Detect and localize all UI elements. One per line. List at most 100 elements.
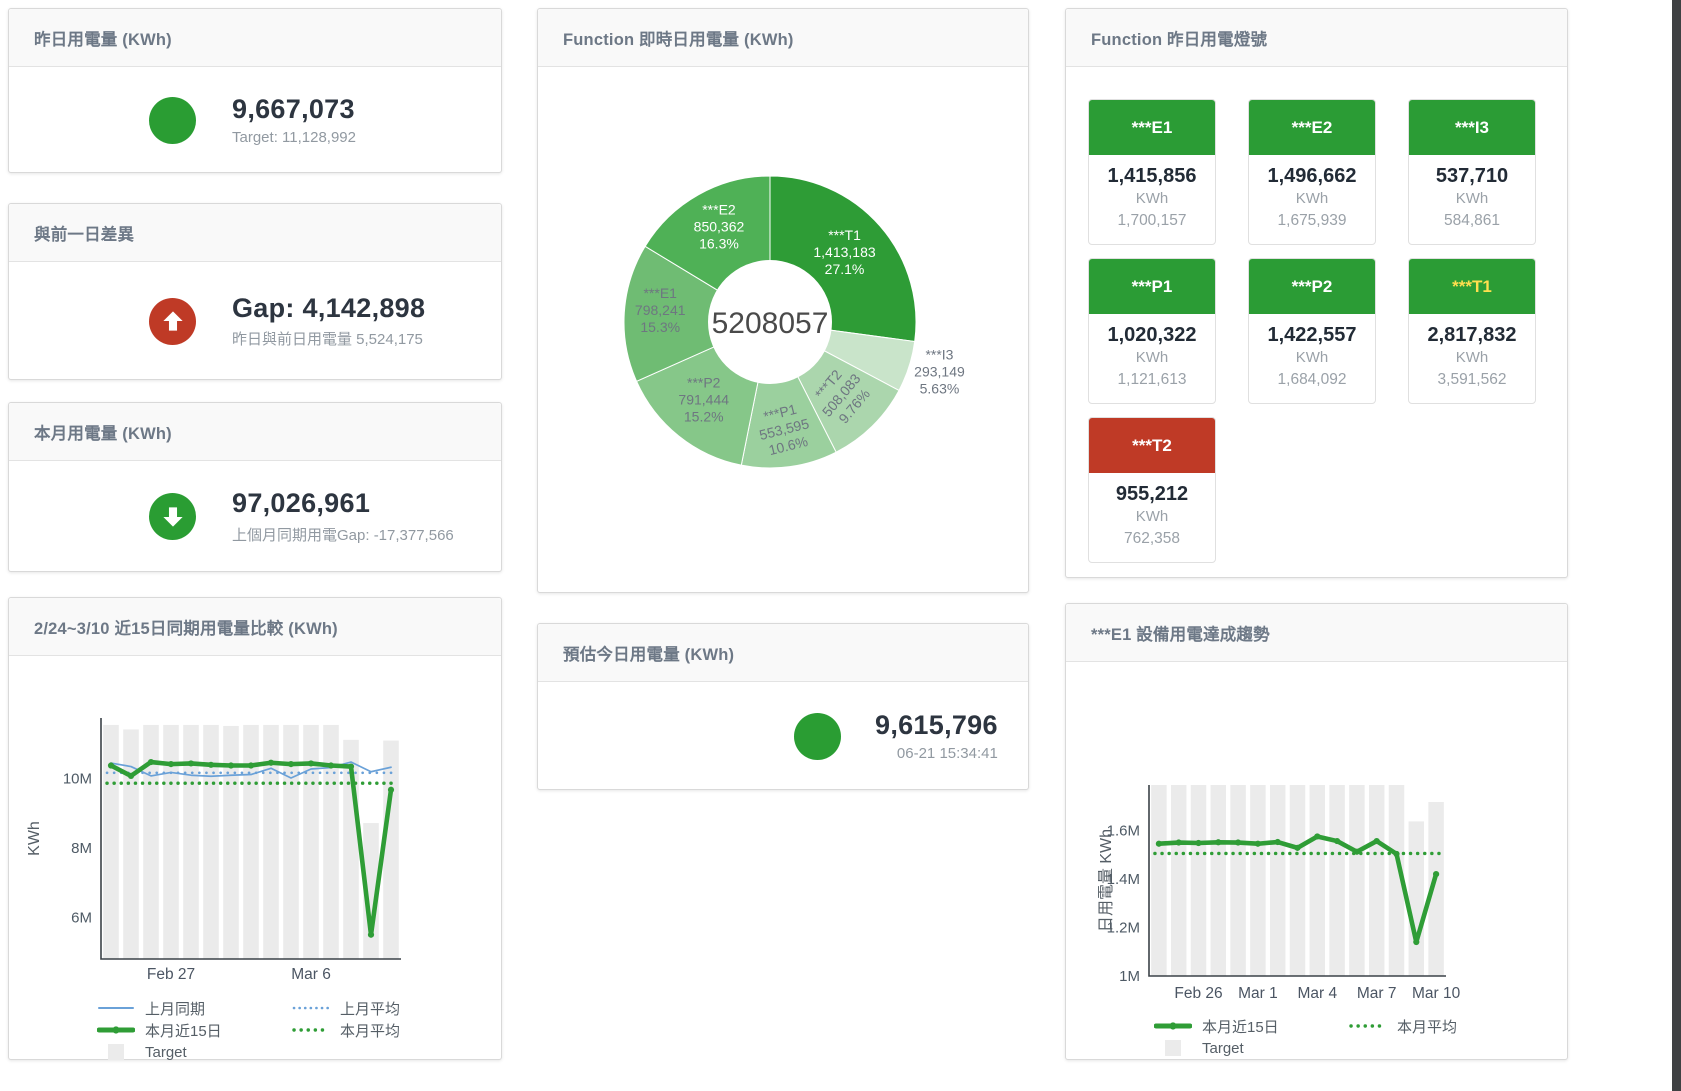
light-tile-body: 537,710 KWh 584,861 [1409, 155, 1535, 244]
panel-header: ***E1 設備用電達成趨勢 [1066, 604, 1567, 662]
stat-value: 9,667,073 [232, 94, 356, 125]
target-bar [283, 725, 299, 959]
trend-chart: 1M1.2M1.4M1.6MFeb 26Mar 1Mar 4Mar 7Mar 1… [1066, 662, 1567, 1007]
light-tile-label: ***I3 [1455, 118, 1489, 138]
svg-text:1M: 1M [1119, 968, 1140, 985]
light-tile-header: ***T2 [1089, 418, 1215, 473]
svg-text:日用電量 KWh: 日用電量 KWh [1098, 829, 1115, 932]
target-bar [1250, 785, 1265, 976]
light-tile-body: 955,212 KWh 762,358 [1089, 473, 1215, 562]
target-bar [163, 725, 179, 959]
light-tile-header: ***T1 [1409, 259, 1535, 314]
light-tile: ***P1 1,020,322 KWh 1,121,613 [1088, 258, 1216, 404]
arrow-up-icon [149, 298, 196, 345]
svg-text:6M: 6M [71, 909, 92, 926]
stat-text: Gap: 4,142,898 昨日與前日用電量 5,524,175 [232, 293, 425, 349]
svg-text:Mar 6: Mar 6 [291, 966, 331, 983]
light-tile-header: ***I3 [1409, 100, 1535, 155]
panel-header: Function 即時日用電量 (KWh) [538, 9, 1028, 67]
panel-title: ***E1 設備用電達成趨勢 [1091, 621, 1270, 645]
panel-yesterday-usage: 昨日用電量 (KWh) 9,667,073 Target: 11,128,992 [8, 8, 502, 173]
donut-center-total: 5208057 [712, 307, 829, 340]
comparison-chart: 6M8M10MFeb 27Mar 6KWh [9, 656, 501, 986]
donut-label-I3: ***I3293,1495.63% [914, 346, 965, 396]
panel-title: 預估今日用電量 (KWh) [563, 641, 734, 665]
stat-subtitle: 上個月同期用電Gap: -17,377,566 [232, 524, 454, 545]
stat-value: 97,026,961 [232, 488, 454, 519]
target-bar [183, 725, 199, 959]
target-bar [1409, 821, 1424, 976]
panel-title: Function 昨日用電燈號 [1091, 26, 1267, 50]
light-tile-unit: KWh [1091, 506, 1213, 528]
panel-header: 預估今日用電量 (KWh) [538, 624, 1028, 682]
light-tile-target: 1,121,613 [1091, 369, 1213, 391]
panel-header: 與前一日差異 [9, 204, 501, 262]
svg-text:Mar 7: Mar 7 [1357, 985, 1397, 1002]
target-bar [1290, 785, 1305, 976]
legend-item-上月平均[interactable]: 上月平均 [292, 998, 487, 1019]
panel-yesterday-lights: Function 昨日用電燈號 ***E1 1,415,856 KWh 1,70… [1065, 8, 1568, 578]
svg-text:10M: 10M [63, 771, 92, 788]
light-tile-label: ***P1 [1132, 277, 1173, 297]
target-bar [203, 725, 219, 959]
light-tile-label: ***E1 [1132, 118, 1173, 138]
light-tile: ***T1 2,817,832 KWh 3,591,562 [1408, 258, 1536, 404]
panel-title: 2/24~3/10 近15日同期用電量比較 (KWh) [34, 615, 338, 639]
light-tile-value: 1,020,322 [1091, 323, 1213, 347]
light-tile-unit: KWh [1411, 188, 1533, 210]
svg-text:Feb 26: Feb 26 [1174, 985, 1222, 1002]
status-circle-icon [794, 713, 841, 760]
stat-row: 9,667,073 Target: 11,128,992 [9, 67, 501, 173]
target-bar [1369, 785, 1384, 976]
light-tile-label: ***P2 [1292, 277, 1333, 297]
light-tile-body: 1,496,662 KWh 1,675,939 [1249, 155, 1375, 244]
light-tile-unit: KWh [1091, 188, 1213, 210]
comparison-chart-legend: 上月同期上月平均本月近15日本月平均Target [97, 997, 501, 1063]
svg-text:KWh: KWh [26, 821, 43, 856]
svg-text:Mar 4: Mar 4 [1297, 985, 1337, 1002]
stat-row: 9,615,796 06-21 15:34:41 [538, 682, 1028, 790]
svg-text:Mar 1: Mar 1 [1238, 985, 1278, 1002]
light-tile-target: 1,675,939 [1251, 210, 1373, 232]
panel-title: Function 即時日用電量 (KWh) [563, 26, 794, 50]
svg-text:Mar 10: Mar 10 [1412, 985, 1461, 1002]
legend-item-本月近15日[interactable]: 本月近15日 [97, 1020, 292, 1041]
light-tile-value: 2,817,832 [1411, 323, 1533, 347]
light-tile-body: 2,817,832 KWh 3,591,562 [1409, 314, 1535, 403]
target-bar [303, 725, 319, 959]
trend-chart-legend: 本月近15日本月平均Target [1154, 1015, 1567, 1059]
panel-title: 本月用電量 (KWh) [34, 420, 172, 444]
panel-title: 昨日用電量 (KWh) [34, 26, 172, 50]
light-tile: ***P2 1,422,557 KWh 1,684,092 [1248, 258, 1376, 404]
scrollbar[interactable] [1672, 0, 1681, 1091]
legend-item-本月平均[interactable]: 本月平均 [292, 1020, 487, 1041]
light-tile-unit: KWh [1251, 188, 1373, 210]
light-tile-body: 1,415,856 KWh 1,700,157 [1089, 155, 1215, 244]
light-tile-body: 1,020,322 KWh 1,121,613 [1089, 314, 1215, 403]
stat-row: Gap: 4,142,898 昨日與前日用電量 5,524,175 [9, 262, 501, 380]
light-tile-label: ***T2 [1132, 436, 1172, 456]
legend-item-本月平均[interactable]: 本月平均 [1349, 1016, 1544, 1037]
light-tile-value: 537,710 [1411, 164, 1533, 188]
panel-header: Function 昨日用電燈號 [1066, 9, 1567, 67]
light-tile-unit: KWh [1251, 347, 1373, 369]
light-tile-target: 1,700,157 [1091, 210, 1213, 232]
stat-text: 97,026,961 上個月同期用電Gap: -17,377,566 [232, 488, 454, 544]
legend-item-Target[interactable]: Target [97, 1044, 292, 1061]
panel-header: 本月用電量 (KWh) [9, 403, 501, 461]
panel-day-gap: 與前一日差異 Gap: 4,142,898 昨日與前日用電量 5,524,175 [8, 203, 502, 380]
light-tile-header: ***E2 [1249, 100, 1375, 155]
stat-value: 9,615,796 [875, 710, 998, 741]
target-bar [1151, 785, 1166, 976]
light-tile-target: 1,684,092 [1251, 369, 1373, 391]
legend-item-Target[interactable]: Target [1154, 1040, 1349, 1057]
light-tile-unit: KWh [1091, 347, 1213, 369]
target-bar [243, 725, 259, 959]
legend-item-本月近15日[interactable]: 本月近15日 [1154, 1016, 1349, 1037]
target-bar [1230, 785, 1245, 976]
light-tile-target: 3,591,562 [1411, 369, 1533, 391]
legend-item-上月同期[interactable]: 上月同期 [97, 998, 292, 1019]
target-bar [123, 729, 139, 959]
stat-subtitle: Target: 11,128,992 [232, 129, 356, 146]
target-bar [1329, 785, 1344, 976]
